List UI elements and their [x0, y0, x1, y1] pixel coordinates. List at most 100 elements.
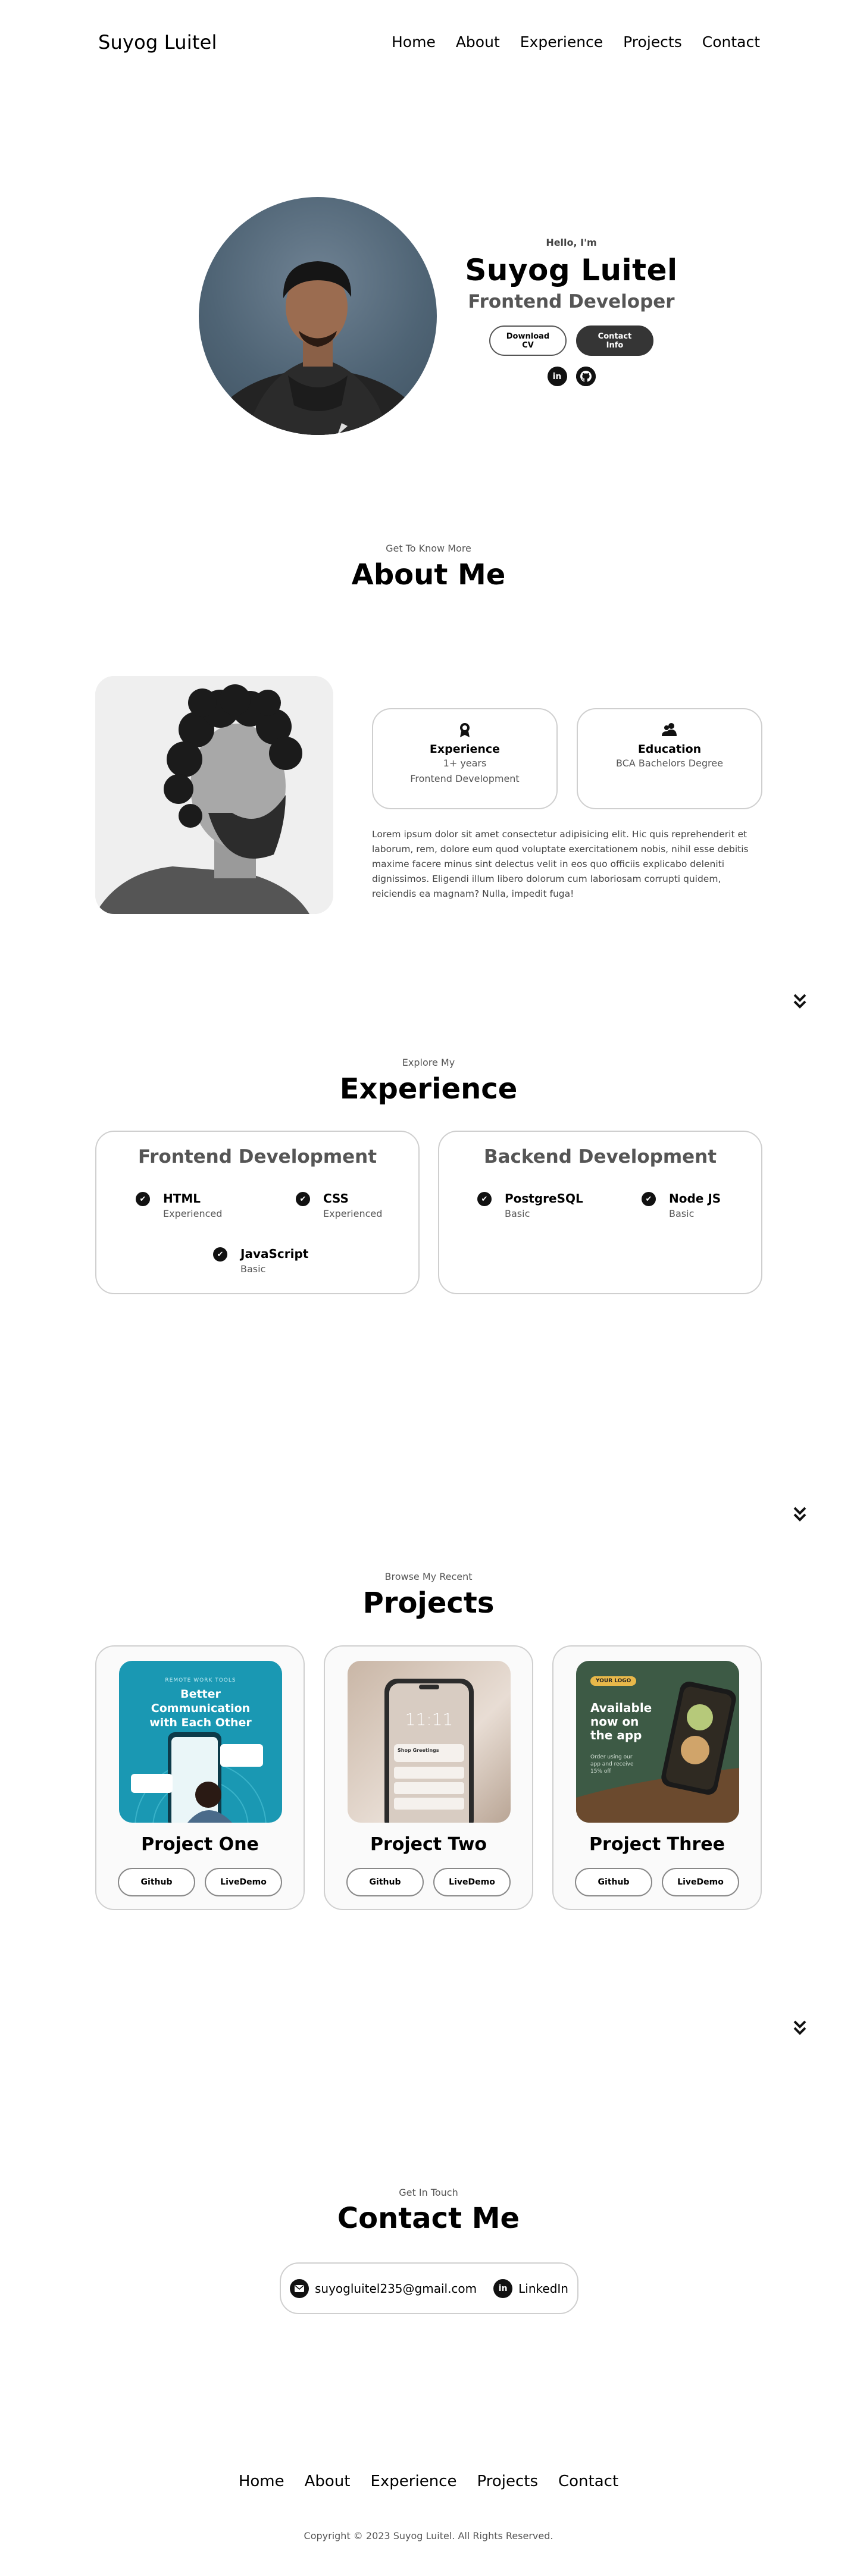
check-icon: ✔ [296, 1192, 310, 1206]
project-card-two: 11:11 Shop Greetings Project Two Github … [324, 1645, 533, 1910]
project-two-image-time: 11:11 [405, 1710, 453, 1729]
experience-card-years: 1+ years [443, 758, 487, 769]
nav-link-experience[interactable]: Experience [520, 33, 603, 51]
project-two-livedemo-button[interactable]: LiveDemo [433, 1868, 511, 1896]
about-picture [95, 676, 333, 914]
frontend-card: Frontend Development ✔ HTML Experienced ✔… [95, 1131, 420, 1294]
project-three-buttons: Github LiveDemo [553, 1868, 761, 1896]
experience-subtitle: Explore My [402, 1057, 455, 1068]
skill-html: ✔ HTML Experienced [136, 1191, 222, 1219]
skill-level: Basic [240, 1263, 266, 1275]
project-one-image-tag: REMOTE WORK TOOLS [165, 1677, 236, 1683]
experience-title: Experience [339, 1072, 518, 1106]
projects-title: Projects [362, 1586, 495, 1620]
skill-level: Basic [505, 1208, 530, 1219]
about-subtitle: Get To Know More [386, 543, 471, 554]
github-icon[interactable] [575, 367, 596, 386]
footer-link-about[interactable]: About [305, 2472, 351, 2490]
project-two-github-button[interactable]: Github [346, 1868, 424, 1896]
experience-card: Experience 1+ years Frontend Development [372, 708, 558, 809]
skill-name: CSS [323, 1191, 349, 1206]
profile-picture [199, 197, 437, 435]
project-one-buttons: Github LiveDemo [96, 1868, 304, 1896]
skill-postgresql: ✔ PostgreSQL Basic [477, 1191, 583, 1219]
check-icon: ✔ [477, 1192, 492, 1206]
project-one-livedemo-button[interactable]: LiveDemo [205, 1868, 282, 1896]
nav-link-projects[interactable]: Projects [623, 33, 682, 51]
education-card-degree: BCA Bachelors Degree [616, 758, 723, 769]
project-two-image: 11:11 Shop Greetings [348, 1661, 511, 1823]
footer-link-home[interactable]: Home [239, 2472, 284, 2490]
about-title: About Me [351, 558, 506, 591]
nav-link-about[interactable]: About [456, 33, 500, 51]
project-one-github-button[interactable]: Github [118, 1868, 195, 1896]
skill-level: Experienced [323, 1208, 383, 1219]
nav-link-contact[interactable]: Contact [702, 33, 760, 51]
skill-name: Node JS [669, 1191, 721, 1206]
scroll-down-arrow-icon[interactable] [793, 1505, 807, 1522]
check-icon: ✔ [136, 1192, 150, 1206]
project-three-image: YOUR LOGO Available now on the app Order… [576, 1661, 739, 1823]
experience-card-title: Experience [429, 743, 501, 756]
linkedin-label[interactable]: LinkedIn [518, 2281, 568, 2296]
linkedin-contact[interactable]: in LinkedIn [493, 2278, 568, 2298]
project-one-image-caption: Better Communication with Each Other [149, 1688, 252, 1729]
contact-subtitle: Get In Touch [399, 2187, 458, 2198]
check-icon: ✔ [642, 1192, 656, 1206]
project-one-name: Project One [141, 1834, 259, 1855]
email-icon [290, 2278, 309, 2298]
skill-level: Basic [669, 1208, 695, 1219]
hero-name: Suyog Luitel [465, 253, 678, 287]
skill-css: ✔ CSS Experienced [296, 1191, 382, 1219]
social-links: in [452, 367, 690, 386]
email-address[interactable]: suyogluitel235@gmail.com [315, 2281, 477, 2296]
check-icon: ✔ [213, 1247, 227, 1262]
copyright: Copyright © 2023 Suyog Luitel. All Right… [304, 2530, 553, 2541]
project-three-image-subtext: Order using our app and receive 15% off [590, 1754, 634, 1774]
linkedin-icon[interactable]: in [547, 367, 567, 386]
backend-card-title: Backend Development [483, 1146, 717, 1168]
linkedin-icon: in [493, 2278, 513, 2298]
contact-info-button[interactable]: Contact Info [576, 325, 653, 356]
skill-nodejs: ✔ Node JS Basic [642, 1191, 721, 1219]
contact-info-container: suyogluitel235@gmail.com in LinkedIn [280, 2262, 578, 2314]
hero-text: Hello, I'm Suyog Luitel Frontend Develop… [452, 237, 690, 386]
download-cv-button[interactable]: Download CV [489, 325, 567, 356]
backend-card: Backend Development ✔ PostgreSQL Basic ✔ … [438, 1131, 762, 1294]
users-icon [578, 722, 761, 740]
scroll-down-arrow-icon[interactable] [793, 2019, 807, 2036]
award-icon [373, 722, 556, 740]
project-three-name: Project Three [589, 1834, 725, 1855]
project-three-image-logo: YOUR LOGO [590, 1676, 637, 1686]
navbar: Suyog Luitel Home About Experience Proje… [0, 0, 857, 89]
footer-nav: Home About Experience Projects Contact [0, 2472, 857, 2490]
about-description: Lorem ipsum dolor sit amet consectetur a… [372, 829, 749, 899]
contact-title: Contact Me [337, 2202, 520, 2235]
footer-link-experience[interactable]: Experience [370, 2472, 456, 2490]
footer-link-projects[interactable]: Projects [477, 2472, 538, 2490]
skill-name: HTML [163, 1191, 201, 1206]
project-two-image-caption: Shop Greetings [398, 1748, 439, 1753]
nav-link-home[interactable]: Home [392, 33, 436, 51]
project-two-name: Project Two [370, 1834, 487, 1855]
education-card: Education BCA Bachelors Degree [577, 708, 762, 809]
project-three-livedemo-button[interactable]: LiveDemo [662, 1868, 739, 1896]
hero-greeting: Hello, I'm [546, 237, 597, 248]
project-card-one: REMOTE WORK TOOLS Better Communication w… [95, 1645, 305, 1910]
logo[interactable]: Suyog Luitel [98, 31, 217, 54]
skill-name: JavaScript [240, 1247, 309, 1261]
project-two-buttons: Github LiveDemo [325, 1868, 532, 1896]
project-three-image-caption: Available now on the app [590, 1701, 652, 1742]
nav-links: Home About Experience Projects Contact [392, 33, 760, 51]
project-three-github-button[interactable]: Github [575, 1868, 652, 1896]
footer-link-contact[interactable]: Contact [558, 2472, 618, 2490]
email-contact[interactable]: suyogluitel235@gmail.com [290, 2278, 477, 2298]
skill-javascript: ✔ JavaScript Basic [213, 1247, 308, 1275]
project-card-three: YOUR LOGO Available now on the app Order… [552, 1645, 762, 1910]
experience-card-field: Frontend Development [410, 773, 520, 784]
projects-subtitle: Browse My Recent [384, 1571, 473, 1582]
education-card-title: Education [637, 743, 702, 756]
scroll-down-arrow-icon[interactable] [793, 993, 807, 1009]
hero-buttons: Download CV Contact Info [452, 325, 690, 356]
skill-level: Experienced [163, 1208, 223, 1219]
